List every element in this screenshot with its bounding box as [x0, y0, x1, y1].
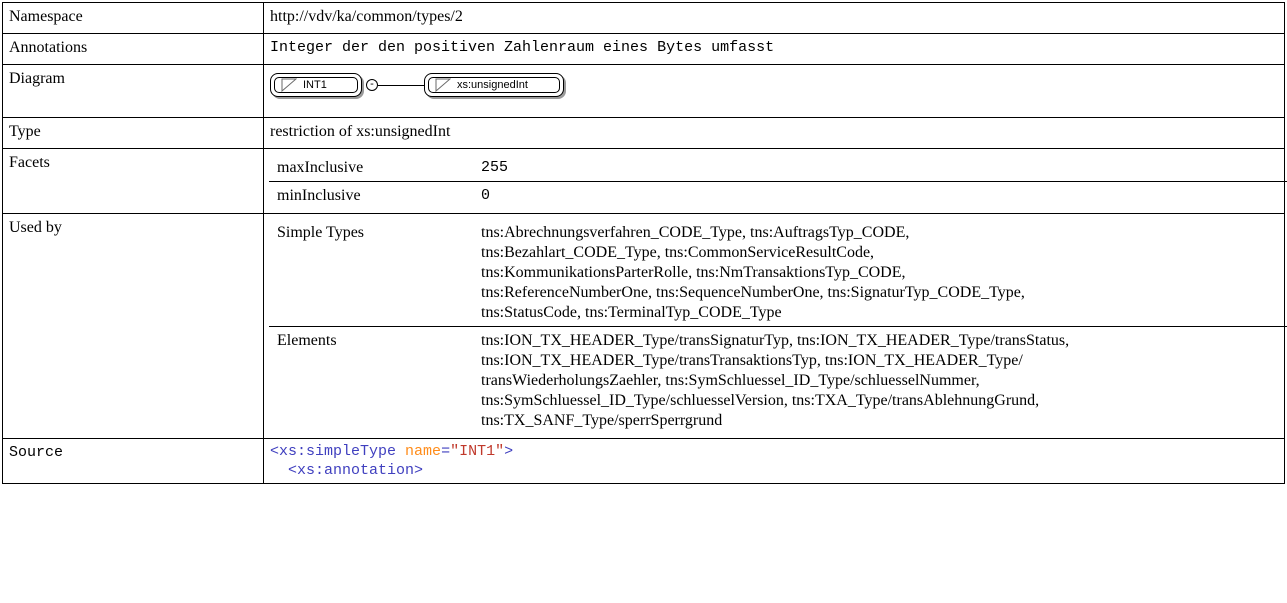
row-type: Type restriction of xs:unsignedInt	[2, 117, 1285, 149]
source-tag-close: >	[504, 443, 514, 460]
simple-type-triangle-icon	[435, 78, 451, 92]
facet-name: minInclusive	[269, 181, 473, 209]
diagram-label: Diagram	[2, 64, 264, 118]
ref-line[interactable]: tns:TX_SANF_Type/sperrSperrgrund	[481, 411, 1287, 431]
diagram-node-int1[interactable]: INT1	[270, 73, 362, 97]
ref-line[interactable]: tns:Abrechnungsverfahren_CODE_Type, tns:…	[481, 223, 1287, 243]
ref-line[interactable]: tns:StatusCode, tns:TerminalTyp_CODE_Typ…	[481, 303, 1287, 323]
used-by-table: Simple Types tns:Abrechnungsverfahren_CO…	[269, 219, 1287, 434]
ref-line[interactable]: transWiederholungsZaehler, tns:SymSchlue…	[481, 371, 1287, 391]
ref-line[interactable]: tns:Bezahlart_CODE_Type, tns:CommonServi…	[481, 243, 1287, 263]
node-int1-label: INT1	[303, 79, 327, 91]
used-by-group-name: Simple Types	[277, 224, 365, 241]
facets-table: maxInclusive 255 minInclusive 0	[269, 154, 1287, 209]
source-code: <xs:simpleType name="INT1"> <xs:annotati…	[264, 439, 1284, 483]
used-by-group-elements: Elements tns:ION_TX_HEADER_Type/transSig…	[269, 326, 1287, 434]
source-attr-name: name	[405, 443, 442, 460]
row-source: Source <xs:simpleType name="INT1"> <xs:a…	[2, 438, 1285, 484]
diagram-connector	[378, 85, 424, 86]
ref-line[interactable]: tns:ION_TX_HEADER_Type/transTransaktions…	[481, 351, 1287, 371]
namespace-value: http://vdv/ka/common/types/2	[270, 8, 463, 25]
used-by-refs: tns:Abrechnungsverfahren_CODE_Type, tns:…	[473, 219, 1287, 327]
facet-row: maxInclusive 255	[269, 154, 1287, 182]
used-by-refs: tns:ION_TX_HEADER_Type/transSignaturTyp,…	[473, 326, 1287, 434]
annotations-value: Integer der den positiven Zahlenraum ein…	[270, 39, 775, 56]
used-by-group-simple-types: Simple Types tns:Abrechnungsverfahren_CO…	[269, 219, 1287, 327]
properties-table: Namespace http://vdv/ka/common/types/2 A…	[2, 2, 1287, 484]
diagram-node-unsignedint[interactable]: xs:unsignedInt	[424, 73, 564, 97]
facet-value: 255	[481, 159, 509, 176]
collapse-toggle-icon[interactable]: -	[366, 79, 378, 91]
row-diagram: Diagram INT1 - xs:unsignedInt	[2, 64, 1285, 118]
type-value: restriction of xs:unsignedInt	[270, 123, 451, 140]
node-unsignedint-label: xs:unsignedInt	[457, 79, 528, 91]
simple-type-triangle-icon	[281, 78, 297, 92]
source-line-2: <xs:annotation>	[270, 462, 424, 479]
row-annotations: Annotations Integer der den positiven Za…	[2, 33, 1285, 65]
facet-value: 0	[473, 181, 1287, 209]
namespace-label: Namespace	[2, 2, 264, 34]
used-by-group-name: Elements	[269, 326, 473, 434]
facet-name: maxInclusive	[277, 159, 364, 176]
ref-line[interactable]: tns:ReferenceNumberOne, tns:SequenceNumb…	[481, 283, 1287, 303]
facets-label: Facets	[2, 148, 264, 214]
row-facets: Facets maxInclusive 255 minInclusive 0	[2, 148, 1287, 214]
type-diagram: INT1 - xs:unsignedInt	[264, 65, 1284, 105]
row-namespace: Namespace http://vdv/ka/common/types/2	[2, 2, 1285, 34]
ref-line[interactable]: tns:ION_TX_HEADER_Type/transSignaturTyp,…	[481, 331, 1287, 351]
used-by-label: Used by	[2, 213, 264, 439]
facet-row: minInclusive 0	[269, 181, 1287, 209]
ref-line[interactable]: tns:SymSchluessel_ID_Type/schluesselVers…	[481, 391, 1287, 411]
source-label: Source	[2, 438, 264, 484]
source-tag-open: <xs:simpleType	[270, 443, 397, 460]
row-used-by: Used by Simple Types tns:Abrechnungsverf…	[2, 213, 1287, 439]
annotations-label: Annotations	[2, 33, 264, 65]
source-attr-value: "INT1"	[450, 443, 505, 460]
type-label: Type	[2, 117, 264, 149]
source-eq: =	[441, 443, 451, 460]
schema-doc: Namespace http://vdv/ka/common/types/2 A…	[2, 2, 1287, 484]
ref-line[interactable]: tns:KommunikationsParterRolle, tns:NmTra…	[481, 263, 1287, 283]
